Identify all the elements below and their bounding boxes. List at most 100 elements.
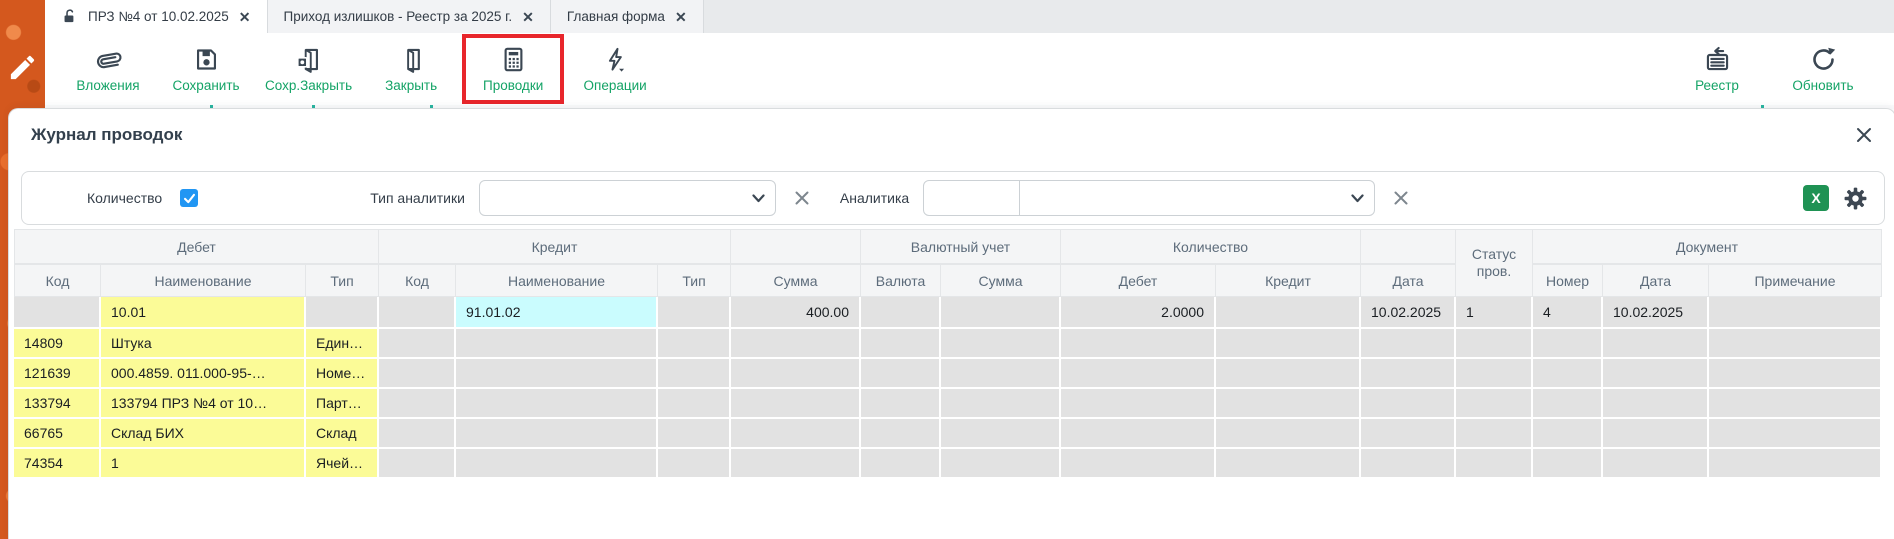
column-header-cell[interactable]: Дебет: [1061, 264, 1216, 297]
column-header-cell[interactable]: Сумма: [731, 264, 861, 297]
tab-close-icon[interactable]: ✕: [522, 10, 534, 24]
journal-cell[interactable]: [1603, 389, 1709, 419]
journal-cell[interactable]: Един…: [306, 329, 379, 359]
journal-cell[interactable]: 66765: [14, 419, 101, 449]
journal-cell[interactable]: 4: [1533, 297, 1603, 329]
operations-button[interactable]: Операции: [568, 38, 662, 100]
tab-close-icon[interactable]: ✕: [675, 10, 687, 24]
close-button[interactable]: Закрыть: [364, 38, 458, 100]
journal-cell[interactable]: [1603, 419, 1709, 449]
journal-cell[interactable]: [379, 449, 456, 479]
save-button[interactable]: Сохранить: [159, 38, 253, 100]
journal-cell[interactable]: [1361, 389, 1456, 419]
journal-cell[interactable]: [1216, 359, 1361, 389]
tab-registry[interactable]: Приход излишков - Реестр за 2025 г. ✕: [268, 0, 551, 33]
journal-cell[interactable]: [861, 389, 941, 419]
journal-cell[interactable]: [379, 389, 456, 419]
journal-cell[interactable]: [1533, 389, 1603, 419]
journal-cell[interactable]: 400.00: [731, 297, 861, 329]
journal-cell[interactable]: [1456, 329, 1533, 359]
journal-cell[interactable]: 133794: [14, 389, 101, 419]
journal-cell[interactable]: [1709, 419, 1882, 449]
journal-cell[interactable]: [1216, 297, 1361, 329]
journal-cell[interactable]: [1361, 359, 1456, 389]
journal-cell[interactable]: [1061, 449, 1216, 479]
journal-cell[interactable]: [658, 419, 731, 449]
journal-cell[interactable]: [1361, 449, 1456, 479]
journal-cell[interactable]: 1: [101, 449, 306, 479]
journal-cell[interactable]: [379, 419, 456, 449]
journal-cell[interactable]: Склад БИХ: [101, 419, 306, 449]
registry-button[interactable]: Реестр: [1670, 38, 1764, 100]
journal-cell[interactable]: [1456, 419, 1533, 449]
pencil-icon[interactable]: [7, 52, 38, 83]
analytics-select[interactable]: [1020, 181, 1374, 215]
journal-cell[interactable]: Номе…: [306, 359, 379, 389]
journal-cell[interactable]: 121639: [14, 359, 101, 389]
journal-cell[interactable]: [379, 359, 456, 389]
journal-cell[interactable]: [1603, 329, 1709, 359]
journal-cell[interactable]: [1709, 297, 1882, 329]
journal-cell[interactable]: [731, 359, 861, 389]
journal-cell[interactable]: [1061, 359, 1216, 389]
journal-cell[interactable]: [941, 297, 1061, 329]
journal-cell[interactable]: Склад: [306, 419, 379, 449]
journal-cell[interactable]: Штука: [101, 329, 306, 359]
attachments-button[interactable]: Вложения: [61, 38, 155, 100]
journal-cell[interactable]: [941, 329, 1061, 359]
quantity-checkbox[interactable]: [180, 189, 198, 207]
journal-cell[interactable]: [731, 419, 861, 449]
analytics-code-input[interactable]: [924, 181, 1020, 215]
journal-cell[interactable]: [731, 389, 861, 419]
journal-cell[interactable]: 74354: [14, 449, 101, 479]
group-header-cell[interactable]: Валютный учет: [861, 229, 1061, 264]
journal-cell[interactable]: [658, 359, 731, 389]
group-header-cell[interactable]: [731, 229, 861, 264]
journal-cell[interactable]: [1533, 359, 1603, 389]
group-header-cell[interactable]: [1361, 229, 1456, 264]
journal-cell[interactable]: [731, 329, 861, 359]
journal-cell[interactable]: [306, 297, 379, 329]
journal-cell[interactable]: [861, 297, 941, 329]
journal-cell[interactable]: [1216, 329, 1361, 359]
postings-button[interactable]: Проводки: [466, 38, 560, 100]
journal-cell[interactable]: 000.4859. 011.000-95-…: [101, 359, 306, 389]
panel-close-icon[interactable]: [1855, 126, 1873, 144]
journal-cell[interactable]: [941, 449, 1061, 479]
journal-cell[interactable]: [658, 329, 731, 359]
journal-cell[interactable]: Ячей…: [306, 449, 379, 479]
journal-cell[interactable]: 133794 ПРЗ №4 от 10…: [101, 389, 306, 419]
journal-cell[interactable]: 10.02.2025: [1603, 297, 1709, 329]
journal-cell[interactable]: [1533, 449, 1603, 479]
export-excel-button[interactable]: X: [1803, 185, 1829, 211]
journal-cell[interactable]: [1709, 329, 1882, 359]
journal-cell[interactable]: [456, 419, 658, 449]
journal-cell[interactable]: [941, 389, 1061, 419]
tab-main-form[interactable]: Главная форма ✕: [551, 0, 704, 33]
journal-cell[interactable]: [1216, 449, 1361, 479]
journal-cell[interactable]: [456, 449, 658, 479]
analytics-combo[interactable]: [923, 180, 1375, 216]
save-close-button[interactable]: Сохр.Закрыть: [257, 38, 360, 100]
journal-cell[interactable]: 1: [1456, 297, 1533, 329]
journal-cell[interactable]: [456, 329, 658, 359]
journal-cell[interactable]: [941, 419, 1061, 449]
clear-filter-icon[interactable]: [1393, 190, 1409, 206]
journal-cell[interactable]: [861, 359, 941, 389]
journal-cell[interactable]: [1456, 359, 1533, 389]
column-header-cell[interactable]: Тип: [306, 264, 379, 297]
journal-cell[interactable]: [941, 359, 1061, 389]
journal-cell[interactable]: [14, 297, 101, 329]
journal-cell[interactable]: [456, 389, 658, 419]
journal-cell[interactable]: Парт…: [306, 389, 379, 419]
journal-cell[interactable]: [731, 449, 861, 479]
journal-cell[interactable]: [861, 449, 941, 479]
column-header-cell[interactable]: Код: [14, 264, 101, 297]
journal-cell[interactable]: [1361, 329, 1456, 359]
journal-cell[interactable]: [658, 389, 731, 419]
column-header-cell[interactable]: Дата: [1361, 264, 1456, 297]
journal-cell[interactable]: [1216, 389, 1361, 419]
group-header-cell[interactable]: Документ: [1533, 229, 1882, 264]
journal-cell[interactable]: 2.0000: [1061, 297, 1216, 329]
tab-document[interactable]: ПРЗ №4 от 10.02.2025 ✕: [45, 0, 268, 33]
